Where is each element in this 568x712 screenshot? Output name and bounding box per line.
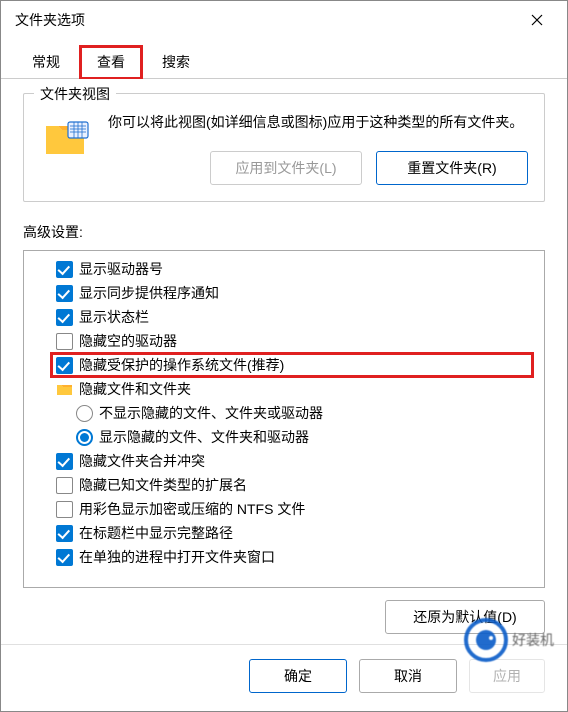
tree-item[interactable]: 用彩色显示加密或压缩的 NTFS 文件 xyxy=(28,497,540,521)
tree-item[interactable]: 隐藏文件夹合并冲突 xyxy=(28,449,540,473)
tree-item[interactable]: 隐藏已知文件类型的扩展名 xyxy=(28,473,540,497)
tab-strip: 常规 查看 搜索 xyxy=(1,39,567,79)
tree-item-label: 显示隐藏的文件、文件夹和驱动器 xyxy=(99,427,309,447)
tree-item[interactable]: 隐藏受保护的操作系统文件(推荐) xyxy=(28,353,540,377)
tree-item-label: 显示同步提供程序通知 xyxy=(79,283,219,303)
tree-item[interactable]: 隐藏空的驱动器 xyxy=(28,329,540,353)
tree-item[interactable]: 显示状态栏 xyxy=(28,305,540,329)
close-button[interactable] xyxy=(515,4,559,36)
tab-search[interactable]: 搜索 xyxy=(143,45,209,78)
tree-item[interactable]: 在单独的进程中打开文件夹窗口 xyxy=(28,545,540,569)
checkbox[interactable] xyxy=(56,357,73,374)
folder-views-label: 文件夹视图 xyxy=(34,84,116,104)
tree-item[interactable]: 显示驱动器号 xyxy=(28,257,540,281)
checkbox[interactable] xyxy=(56,309,73,326)
tree-item-label: 用彩色显示加密或压缩的 NTFS 文件 xyxy=(79,499,305,519)
close-icon xyxy=(531,14,543,26)
checkbox[interactable] xyxy=(56,285,73,302)
titlebar: 文件夹选项 xyxy=(1,1,567,39)
advanced-settings-tree[interactable]: 显示驱动器号显示同步提供程序通知显示状态栏隐藏空的驱动器隐藏受保护的操作系统文件… xyxy=(23,250,545,588)
checkbox[interactable] xyxy=(56,261,73,278)
apply-button[interactable]: 应用 xyxy=(469,659,545,693)
tree-item[interactable]: 隐藏文件和文件夹 xyxy=(28,377,540,401)
folder-options-dialog: 文件夹选项 常规 查看 搜索 文件夹视图 xyxy=(0,0,568,712)
checkbox[interactable] xyxy=(56,477,73,494)
tree-item[interactable]: 显示同步提供程序通知 xyxy=(28,281,540,305)
dialog-footer: 确定 取消 应用 xyxy=(1,644,567,711)
tab-content: 文件夹视图 你可以将此视图(如详细信息或图标)应用于这种类型的所有文件夹。 xyxy=(1,79,567,644)
tree-item-label: 在单独的进程中打开文件夹窗口 xyxy=(79,547,275,567)
checkbox[interactable] xyxy=(56,333,73,350)
tree-item-label: 隐藏空的驱动器 xyxy=(79,331,177,351)
tree-item-label: 不显示隐藏的文件、文件夹或驱动器 xyxy=(99,403,323,423)
folder-icon xyxy=(44,116,92,158)
tree-item-label: 隐藏文件夹合并冲突 xyxy=(79,451,205,471)
folder-views-description: 你可以将此视图(如详细信息或图标)应用于这种类型的所有文件夹。 xyxy=(108,112,530,133)
tab-view[interactable]: 查看 xyxy=(79,45,143,79)
tree-item-label: 隐藏受保护的操作系统文件(推荐) xyxy=(79,355,284,375)
checkbox[interactable] xyxy=(56,525,73,542)
tree-item-label: 隐藏文件和文件夹 xyxy=(79,379,191,399)
tree-item-label: 显示状态栏 xyxy=(79,307,149,327)
folder-icon xyxy=(56,382,73,396)
radio[interactable] xyxy=(76,405,93,422)
tree-item-label: 显示驱动器号 xyxy=(79,259,163,279)
advanced-settings-label: 高级设置: xyxy=(23,222,545,242)
restore-defaults-button[interactable]: 还原为默认值(D) xyxy=(385,600,545,634)
tree-item-label: 隐藏已知文件类型的扩展名 xyxy=(79,475,247,495)
reset-folders-button[interactable]: 重置文件夹(R) xyxy=(376,151,528,185)
tab-general[interactable]: 常规 xyxy=(13,45,79,78)
tree-item[interactable]: 不显示隐藏的文件、文件夹或驱动器 xyxy=(28,401,540,425)
window-title: 文件夹选项 xyxy=(15,10,515,30)
ok-button[interactable]: 确定 xyxy=(249,659,347,693)
radio[interactable] xyxy=(76,429,93,446)
tree-item[interactable]: 在标题栏中显示完整路径 xyxy=(28,521,540,545)
checkbox[interactable] xyxy=(56,549,73,566)
apply-to-folders-button[interactable]: 应用到文件夹(L) xyxy=(210,151,362,185)
checkbox[interactable] xyxy=(56,501,73,518)
tree-item[interactable]: 显示隐藏的文件、文件夹和驱动器 xyxy=(28,425,540,449)
checkbox[interactable] xyxy=(56,453,73,470)
tree-item-label: 在标题栏中显示完整路径 xyxy=(79,523,233,543)
folder-views-group: 文件夹视图 你可以将此视图(如详细信息或图标)应用于这种类型的所有文件夹。 xyxy=(23,93,545,202)
cancel-button[interactable]: 取消 xyxy=(359,659,457,693)
